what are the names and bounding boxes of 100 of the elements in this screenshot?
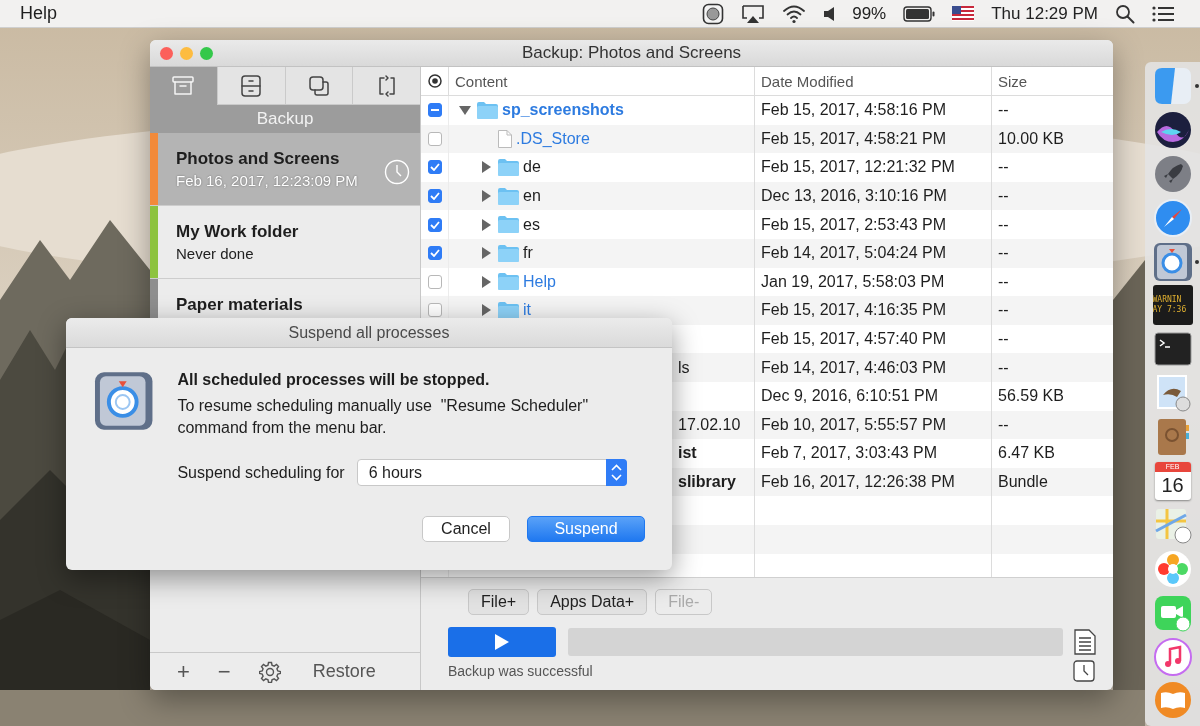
folder-icon xyxy=(498,244,519,262)
restore-button[interactable]: Restore xyxy=(312,661,376,682)
date-cell: Feb 15, 2017, 2:53:43 PM xyxy=(761,215,946,234)
dialog-title: Suspend all processes xyxy=(66,318,672,348)
column-header[interactable]: Date Modified xyxy=(754,67,991,95)
menu-item[interactable]: Help xyxy=(20,3,58,24)
folder-icon xyxy=(498,301,519,319)
disclosure-triangle-icon[interactable] xyxy=(480,218,492,231)
battery-icon[interactable] xyxy=(903,5,936,22)
status-text: Backup was successful xyxy=(448,663,593,679)
backup-item[interactable]: Photos and Screens Feb 16, 2017, 12:23:09 PM xyxy=(150,133,420,206)
file-name: it xyxy=(523,301,531,320)
menu-clock[interactable]: Thu 12:29 PM xyxy=(991,3,1098,24)
folder-icon xyxy=(477,101,498,119)
field-label: Suspend scheduling for xyxy=(177,463,345,482)
volume-icon[interactable] xyxy=(823,5,836,22)
date-cell: Feb 15, 2017, 4:57:40 PM xyxy=(761,330,946,349)
remove-button[interactable]: − xyxy=(217,658,231,685)
item-detail: Never done xyxy=(176,245,255,262)
size-cell: -- xyxy=(998,301,1009,320)
sidebar-tab[interactable] xyxy=(352,67,420,105)
disclosure-triangle-icon[interactable] xyxy=(480,247,492,260)
add-button[interactable]: + xyxy=(177,658,190,685)
date-cell: Feb 16, 2017, 12:26:38 PM xyxy=(761,473,955,491)
checkbox[interactable] xyxy=(427,189,442,204)
date-cell: Feb 10, 2017, 5:55:57 PM xyxy=(761,415,946,434)
item-name: Photos and Screens xyxy=(176,149,341,169)
backup-item[interactable]: My Work folder Never done xyxy=(150,206,420,279)
checkmark-icon xyxy=(429,220,440,229)
safe-dial-icon[interactable] xyxy=(1152,241,1193,282)
folder-icon xyxy=(498,273,519,291)
file-name: fr xyxy=(523,244,533,263)
console-text: WARNIN xyxy=(1152,295,1183,305)
date-cell: Feb 14, 2017, 4:46:03 PM xyxy=(761,358,946,377)
size-cell: -- xyxy=(998,358,1009,377)
settings-icon[interactable] xyxy=(258,660,281,683)
console-icon[interactable]: WARNIN AY 7:36 xyxy=(1152,285,1193,326)
archive-box-icon xyxy=(171,73,196,98)
action-button[interactable]: File+ xyxy=(468,589,530,615)
column-header[interactable]: Size xyxy=(991,67,1113,95)
column-header[interactable]: Content xyxy=(448,67,754,95)
action-button[interactable]: Apps Data+ xyxy=(537,589,648,615)
disclosure-triangle-icon[interactable] xyxy=(459,104,471,117)
folder-icon xyxy=(498,187,519,205)
size-cell: -- xyxy=(998,272,1009,291)
disclosure-triangle-icon[interactable] xyxy=(480,190,492,203)
wifi-icon[interactable] xyxy=(782,3,807,24)
file-name: de xyxy=(523,158,541,177)
record-icon[interactable] xyxy=(702,2,725,25)
checkbox[interactable] xyxy=(427,303,442,318)
file-icon xyxy=(498,129,512,148)
item-detail: Feb 16, 2017, 12:23:09 PM xyxy=(176,172,358,189)
size-cell: -- xyxy=(998,330,1009,349)
file-name: ist xyxy=(678,444,697,463)
target-icon[interactable] xyxy=(427,74,442,88)
size-cell: -- xyxy=(998,101,1009,120)
sidebar-tab[interactable] xyxy=(216,67,285,105)
checkbox[interactable] xyxy=(427,160,442,175)
dialog-message: To resume scheduling manually use "Resume Scheduler" command from the menu bar. xyxy=(177,396,590,438)
disclosure-triangle-icon[interactable] xyxy=(480,275,492,288)
checkbox[interactable] xyxy=(427,217,442,232)
disclosure-triangle-icon[interactable] xyxy=(480,161,492,174)
item-name: Paper materials xyxy=(176,295,303,315)
date-cell: Dec 13, 2016, 3:10:16 PM xyxy=(761,187,947,206)
size-cell: -- xyxy=(998,215,1009,234)
flag-icon[interactable] xyxy=(952,6,975,21)
cancel-button[interactable]: Cancel xyxy=(422,516,510,542)
cabinet-icon xyxy=(239,73,264,98)
clock-icon[interactable] xyxy=(1073,660,1095,682)
date-cell: Dec 9, 2016, 6:10:51 PM xyxy=(761,387,938,406)
file-name: slibrary xyxy=(678,473,736,491)
checkbox[interactable] xyxy=(427,131,442,146)
sidebar-tab[interactable] xyxy=(284,67,353,105)
size-cell: Bundle xyxy=(998,473,1048,491)
file-name: 17.02.10 xyxy=(678,415,741,434)
checkbox[interactable] xyxy=(427,103,442,118)
music-note-icon[interactable] xyxy=(1152,636,1193,677)
file-name: ls xyxy=(678,358,690,377)
duration-select[interactable]: 6 hours xyxy=(356,459,627,486)
calendar-day: 16 xyxy=(1161,471,1184,498)
date-cell: Jan 19, 2017, 5:58:03 PM xyxy=(761,272,945,291)
menu-icon[interactable] xyxy=(1152,5,1174,22)
size-cell: -- xyxy=(998,158,1009,177)
disclosure-triangle-icon[interactable] xyxy=(480,304,492,317)
size-cell: -- xyxy=(998,415,1009,434)
search-icon[interactable] xyxy=(1115,3,1135,24)
size-cell: -- xyxy=(998,187,1009,206)
airplay-icon[interactable] xyxy=(741,3,766,24)
orb-icon[interactable] xyxy=(1152,109,1193,150)
checkbox[interactable] xyxy=(427,274,442,289)
date-cell: Feb 7, 2017, 3:03:43 PM xyxy=(761,444,938,463)
flower-icon[interactable] xyxy=(1152,548,1193,589)
item-name: My Work folder xyxy=(176,222,299,242)
checkbox[interactable] xyxy=(427,246,442,261)
document-icon[interactable] xyxy=(1074,629,1096,655)
play-icon xyxy=(494,633,510,651)
play-button[interactable] xyxy=(448,627,556,657)
size-cell: 56.59 KB xyxy=(998,387,1064,406)
date-cell: Feb 15, 2017, 12:21:32 PM xyxy=(761,158,955,177)
rocket-icon[interactable] xyxy=(1152,153,1193,194)
